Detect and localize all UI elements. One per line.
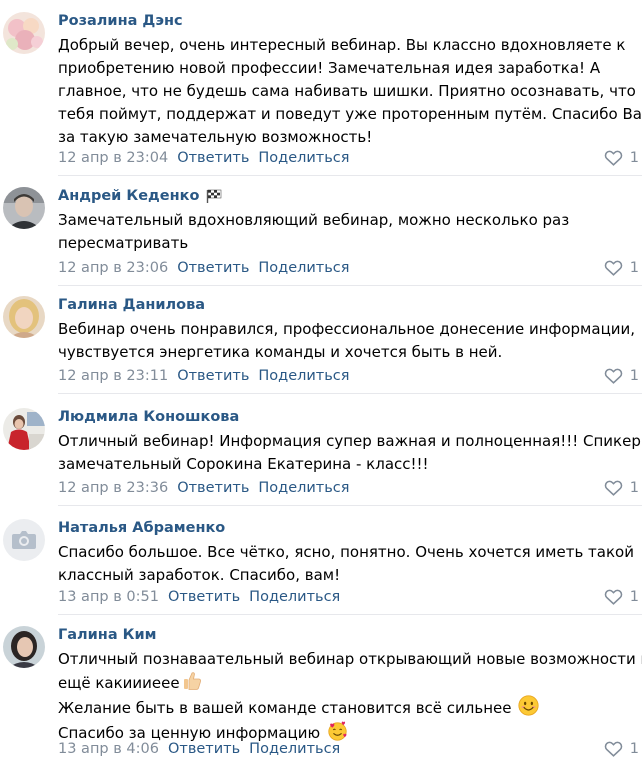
comment-date[interactable]: 12 апр в 23:04 [58, 150, 168, 166]
like-button[interactable]: 1 [604, 740, 639, 758]
comment-line: замечательный Сорокина Екатерина - класс… [58, 455, 429, 473]
divider [58, 285, 642, 286]
comment-author[interactable]: Галина Данилова [58, 296, 205, 314]
thumbs-up-emoji [183, 672, 201, 690]
avatar[interactable] [3, 519, 45, 561]
comment-line: Вебинар очень понравился, профессиональн… [58, 320, 636, 338]
comment-author[interactable]: Наталья Абраменко [58, 519, 225, 537]
comment-line: приобретению новой профессии! Замечатель… [58, 59, 601, 77]
heart-icon [604, 260, 623, 276]
comment-date[interactable]: 12 апр в 23:11 [58, 368, 168, 384]
reply-link[interactable]: Ответить [177, 368, 249, 384]
comment-author[interactable]: Андрей Кеденко [58, 187, 222, 205]
comment-line: главное, что не будешь сама набивать шиш… [58, 82, 636, 100]
like-button[interactable]: 1 [604, 367, 639, 385]
comment-meta: 12 апр в 23:11 Ответить Поделиться [58, 367, 350, 385]
comment-author[interactable]: Галина Ким [58, 626, 157, 644]
like-count: 1 [629, 589, 639, 605]
comment-line-text: ещё какиииеее [58, 674, 180, 692]
comment-meta: 13 апр в 0:51 Ответить Поделиться [58, 588, 340, 606]
comment-line: чувствуется энергетика команды и хочется… [58, 343, 503, 361]
comment-text: Отличный познаваательный вебинар открыва… [58, 648, 642, 745]
woman-dark-photo-avatar [3, 626, 45, 668]
heart-icon [604, 480, 623, 496]
comment-text: Отличный вебинар! Информация супер важна… [58, 430, 641, 476]
author-name[interactable]: Андрей Кеденко [58, 188, 199, 204]
comment-line: Отличный познаваательный вебинар открыва… [58, 650, 642, 668]
avatar[interactable] [3, 12, 45, 54]
like-button[interactable]: 1 [604, 588, 639, 606]
comment-author[interactable]: Людмила Коношкова [58, 408, 239, 426]
comment-date[interactable]: 12 апр в 23:36 [58, 480, 168, 496]
divider [58, 393, 642, 394]
comment-line: Спасибо большое. Все чётко, ясно, понятн… [58, 543, 634, 561]
man-photo-avatar [3, 187, 45, 229]
heart-icon [604, 589, 623, 605]
reply-link[interactable]: Ответить [177, 150, 249, 166]
divider [58, 614, 642, 615]
reply-link[interactable]: Ответить [177, 480, 249, 496]
divider [58, 505, 642, 506]
comment-date[interactable]: 13 апр в 4:06 [58, 741, 159, 757]
checkered-flag-icon [207, 189, 222, 203]
comment-text: Вебинар очень понравился, профессиональн… [58, 318, 640, 364]
smiling-face-emoji [518, 695, 539, 716]
comment-author[interactable]: Розалина Дэнс [58, 12, 183, 30]
like-button[interactable]: 1 [604, 259, 639, 277]
heart-icon [604, 368, 623, 384]
like-count: 1 [629, 368, 639, 384]
avatar[interactable] [3, 626, 45, 668]
reply-link[interactable]: Ответить [168, 589, 240, 605]
comment-line: за такую замечательную возможность! [58, 128, 373, 146]
comment-text: Добрый вечер, очень интересный вебинар. … [58, 34, 642, 149]
share-link[interactable]: Поделиться [258, 260, 349, 276]
divider [58, 175, 642, 176]
like-button[interactable]: 1 [604, 149, 639, 167]
like-count: 1 [629, 741, 639, 757]
woman-photo-avatar [3, 296, 45, 338]
comment-meta: 13 апр в 4:06 Ответить Поделиться [58, 740, 340, 758]
comment-line: Добрый вечер, очень интересный вебинар. … [58, 36, 626, 54]
reply-link[interactable]: Ответить [177, 260, 249, 276]
like-count: 1 [629, 480, 639, 496]
avatar[interactable] [3, 187, 45, 229]
heart-icon [604, 150, 623, 166]
share-link[interactable]: Поделиться [258, 150, 349, 166]
comment-line: пересматривать [58, 234, 189, 252]
comment-meta: 12 апр в 23:36 Ответить Поделиться [58, 479, 350, 497]
comment-line: Желание быть в вашей команде становится … [58, 695, 640, 720]
heart-icon [604, 741, 623, 757]
woman-red-photo-avatar [3, 408, 45, 450]
share-link[interactable]: Поделиться [249, 589, 340, 605]
comment-text: Спасибо большое. Все чётко, ясно, понятн… [58, 541, 640, 587]
camera-placeholder-icon [3, 519, 45, 561]
smiling-face-with-hearts-emoji [328, 721, 347, 741]
share-link[interactable]: Поделиться [249, 741, 340, 757]
like-count: 1 [629, 260, 639, 276]
comment-meta: 12 апр в 23:06 Ответить Поделиться [58, 259, 350, 277]
comment-text: Замечательный вдохновляющий вебинар, мож… [58, 209, 640, 255]
comment-line: классный заработок. Спасибо, вам! [58, 566, 341, 584]
like-button[interactable]: 1 [604, 479, 639, 497]
comment-line: тебя поймут, поддержат и поведут уже про… [58, 105, 642, 123]
like-count: 1 [629, 150, 639, 166]
comment-meta: 12 апр в 23:04 Ответить Поделиться [58, 149, 350, 167]
comment-line-text: Желание быть в вашей команде становится … [58, 699, 512, 717]
comment-line: ещё какиииеее [58, 671, 640, 695]
share-link[interactable]: Поделиться [258, 480, 349, 496]
reply-link[interactable]: Ответить [168, 741, 240, 757]
avatar[interactable] [3, 408, 45, 450]
comment-line: Отличный вебинар! Информация супер важна… [58, 432, 641, 450]
share-link[interactable]: Поделиться [258, 368, 349, 384]
flowers-photo-avatar [3, 12, 45, 54]
avatar[interactable] [3, 296, 45, 338]
comment-date[interactable]: 13 апр в 0:51 [58, 589, 159, 605]
comment-date[interactable]: 12 апр в 23:06 [58, 260, 168, 276]
comment-line: Замечательный вдохновляющий вебинар, мож… [58, 211, 570, 229]
